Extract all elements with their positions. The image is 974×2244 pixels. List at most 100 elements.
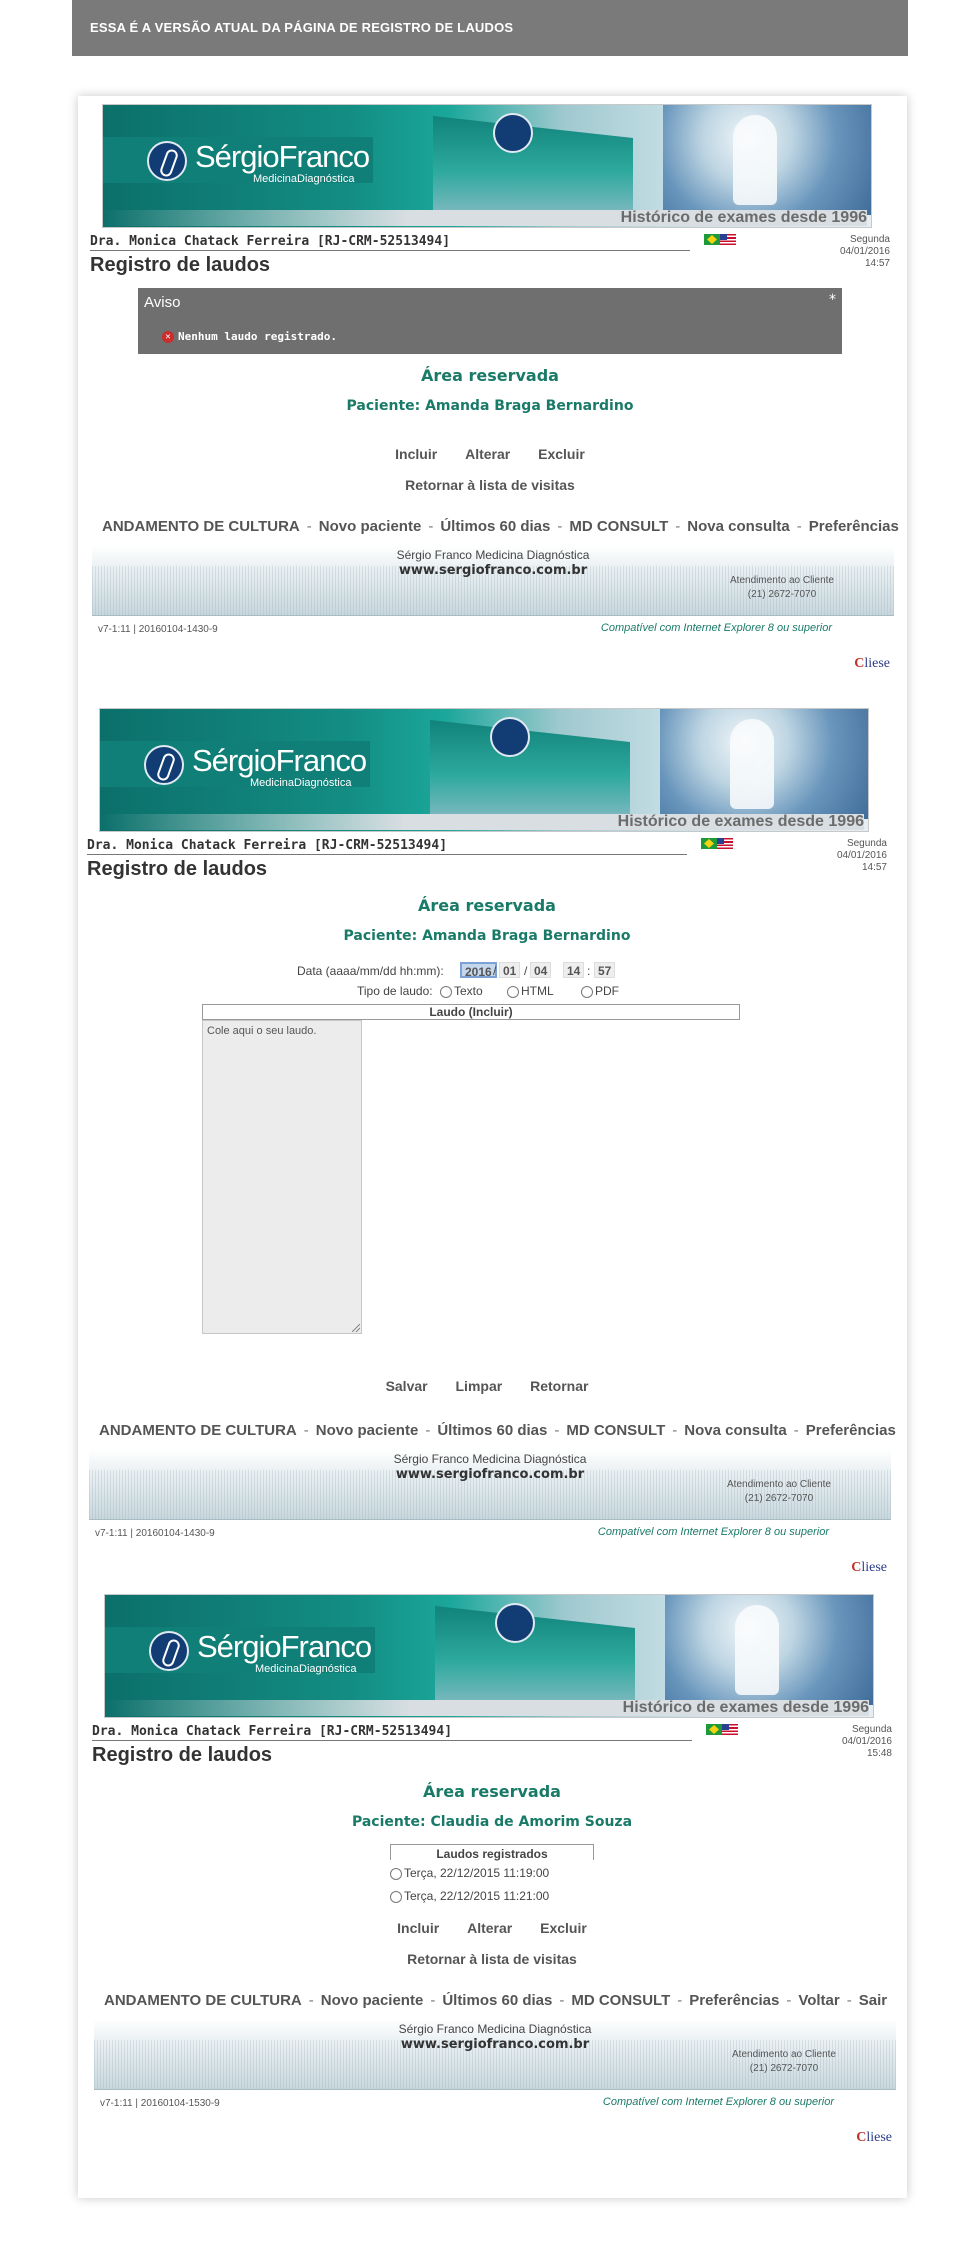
footer-attendance: Atendimento ao Cliente (21) 2672-7070 — [732, 2049, 836, 2074]
banner: SérgioFranco MedicinaDiagnóstica Históri… — [102, 104, 872, 228]
footer-band: Sérgio Franco Medicina Diagnóstica www.s… — [89, 1450, 891, 1520]
aviso-dialog: Aviso * ✕ Nenhum laudo registrado. — [138, 288, 842, 354]
laudo-radio[interactable] — [390, 1890, 402, 1903]
year-input[interactable]: 2016 — [460, 962, 497, 979]
notice-bar: ESSA É A VERSÃO ATUAL DA PÁGINA DE REGIS… — [72, 0, 908, 56]
incluir-link[interactable]: Incluir — [395, 446, 437, 462]
laudo-item[interactable]: Terça, 22/12/2015 11:19:00 — [390, 1866, 549, 1880]
building-image — [435, 1606, 635, 1705]
form-buttons: Salvar Limpar Retornar — [87, 1378, 887, 1394]
minute-input[interactable]: 57 — [594, 962, 616, 978]
menu-sair[interactable]: Sair — [859, 1992, 887, 2009]
brazil-flag-icon[interactable] — [704, 234, 720, 245]
action-links: Incluir Alterar Excluir — [90, 446, 890, 462]
menu-ultimos-60[interactable]: Últimos 60 dias — [440, 518, 550, 535]
return-link[interactable]: Retornar à lista de visitas — [92, 1951, 892, 1967]
menu-andamento[interactable]: ANDAMENTO DE CULTURA — [104, 1992, 302, 2009]
shot-laudos-registrados: SérgioFranco MedicinaDiagnóstica Históri… — [92, 1594, 896, 2194]
aviso-title: Aviso — [144, 294, 181, 311]
excluir-link[interactable]: Excluir — [538, 446, 585, 462]
area-title: Área reservada — [421, 366, 559, 385]
menu-voltar[interactable]: Voltar — [798, 1992, 839, 2009]
cliese-logo[interactable]: Cliese — [854, 656, 890, 672]
menu-preferencias[interactable]: Preferências — [809, 518, 899, 535]
building-logo-icon — [493, 113, 533, 153]
hour-input[interactable]: 14 — [563, 962, 585, 978]
brand-name: SérgioFranco — [195, 139, 370, 174]
menu-nova-consulta[interactable]: Nova consulta — [687, 518, 790, 535]
nav-menu: ANDAMENTO DE CULTURA - Novo paciente - Últim… — [102, 518, 899, 535]
logo-icon — [147, 141, 187, 181]
version-text: v7-1:11 | 20160104-1430-9 — [98, 624, 218, 635]
menu-novo-paciente[interactable]: Novo paciente — [319, 518, 422, 535]
patient-name: Paciente: Amanda Braga Bernardino — [343, 928, 631, 944]
menu-ultimos-60[interactable]: Últimos 60 dias — [437, 1422, 547, 1439]
language-flags — [704, 234, 736, 253]
menu-ultimos-60[interactable]: Últimos 60 dias — [442, 1992, 552, 2009]
laudo-textarea[interactable]: Cole aqui o seu laudo. — [202, 1020, 362, 1334]
menu-nova-consulta[interactable]: Nova consulta — [684, 1422, 787, 1439]
menu-andamento[interactable]: ANDAMENTO DE CULTURA — [102, 518, 300, 535]
day-input[interactable]: 04 — [530, 962, 552, 978]
shot-aviso: SérgioFranco MedicinaDiagnóstica Históri… — [90, 104, 899, 704]
menu-novo-paciente[interactable]: Novo paciente — [316, 1422, 419, 1439]
datetime: Segunda 04/01/2016 14:57 — [836, 838, 887, 873]
footer-attendance: Atendimento ao Cliente (21) 2672-7070 — [730, 575, 834, 600]
brazil-flag-icon[interactable] — [701, 838, 717, 849]
laudos-header: Laudos registrados — [390, 1844, 594, 1861]
laudo-item[interactable]: Terça, 22/12/2015 11:21:00 — [390, 1889, 549, 1903]
menu-preferencias[interactable]: Preferências — [689, 1992, 779, 2009]
usa-flag-icon[interactable] — [722, 1724, 738, 1735]
footer-company: Sérgio Franco Medicina Diagnóstica — [396, 548, 590, 562]
radio-texto[interactable]: Texto — [440, 984, 483, 998]
laudo-header: Laudo (Incluir) — [202, 1004, 740, 1020]
retornar-button[interactable]: Retornar — [530, 1378, 588, 1394]
aviso-message: ✕ Nenhum laudo registrado. — [162, 330, 337, 343]
lab-image — [663, 105, 871, 215]
limpar-button[interactable]: Limpar — [456, 1378, 503, 1394]
menu-md-consult[interactable]: MD CONSULT — [569, 518, 668, 535]
compat-text: Compatível com Internet Explorer 8 ou su… — [600, 622, 832, 634]
area-title: Área reservada — [423, 1782, 561, 1801]
lab-image — [660, 709, 868, 819]
usa-flag-icon[interactable] — [717, 838, 733, 849]
alterar-link[interactable]: Alterar — [467, 1920, 512, 1936]
laudo-radio[interactable] — [390, 1867, 402, 1880]
compat-text: Compatível com Internet Explorer 8 ou su… — [597, 1526, 829, 1538]
notice-text: ESSA É A VERSÃO ATUAL DA PÁGINA DE REGIS… — [90, 20, 514, 35]
menu-md-consult[interactable]: MD CONSULT — [566, 1422, 665, 1439]
menu-md-consult[interactable]: MD CONSULT — [571, 1992, 670, 2009]
logo-icon — [149, 1631, 189, 1671]
shot-incluir: SérgioFranco MedicinaDiagnóstica Históri… — [87, 708, 896, 1588]
cliese-logo[interactable]: Cliese — [851, 1560, 887, 1576]
building-image — [430, 720, 630, 819]
radio-pdf[interactable]: PDF — [581, 984, 619, 998]
area-title: Área reservada — [418, 896, 556, 915]
incluir-link[interactable]: Incluir — [397, 1920, 439, 1936]
building-image — [433, 116, 633, 215]
salvar-button[interactable]: Salvar — [386, 1378, 428, 1394]
usa-flag-icon[interactable] — [720, 234, 736, 245]
banner: SérgioFranco MedicinaDiagnóstica Históri… — [99, 708, 869, 832]
doctor-name: Dra. Monica Chatack Ferreira [RJ-CRM-525… — [87, 838, 687, 855]
footer-band: Sérgio Franco Medicina Diagnóstica www.s… — [92, 546, 894, 616]
logo-icon — [144, 745, 184, 785]
tipo-label: Tipo de laudo: — [357, 984, 433, 998]
aviso-close-button[interactable]: * — [829, 292, 836, 308]
return-link[interactable]: Retornar à lista de visitas — [90, 477, 890, 493]
brazil-flag-icon[interactable] — [706, 1724, 722, 1735]
month-input[interactable]: 01 — [499, 962, 521, 978]
language-flags — [701, 838, 733, 857]
menu-andamento[interactable]: ANDAMENTO DE CULTURA — [99, 1422, 297, 1439]
brand-name: SérgioFranco — [192, 743, 367, 778]
menu-novo-paciente[interactable]: Novo paciente — [321, 1992, 424, 2009]
cliese-logo[interactable]: Cliese — [856, 2130, 892, 2146]
history-text: Histórico de exames desde 1996 — [103, 210, 867, 226]
datetime: Segunda 04/01/2016 14:57 — [839, 234, 890, 269]
alterar-link[interactable]: Alterar — [465, 446, 510, 462]
brand-sub: MedicinaDiagnóstica — [255, 1663, 357, 1675]
excluir-link[interactable]: Excluir — [540, 1920, 587, 1936]
menu-preferencias[interactable]: Preferências — [806, 1422, 896, 1439]
history-text: Histórico de exames desde 1996 — [100, 814, 864, 830]
radio-html[interactable]: HTML — [507, 984, 554, 998]
